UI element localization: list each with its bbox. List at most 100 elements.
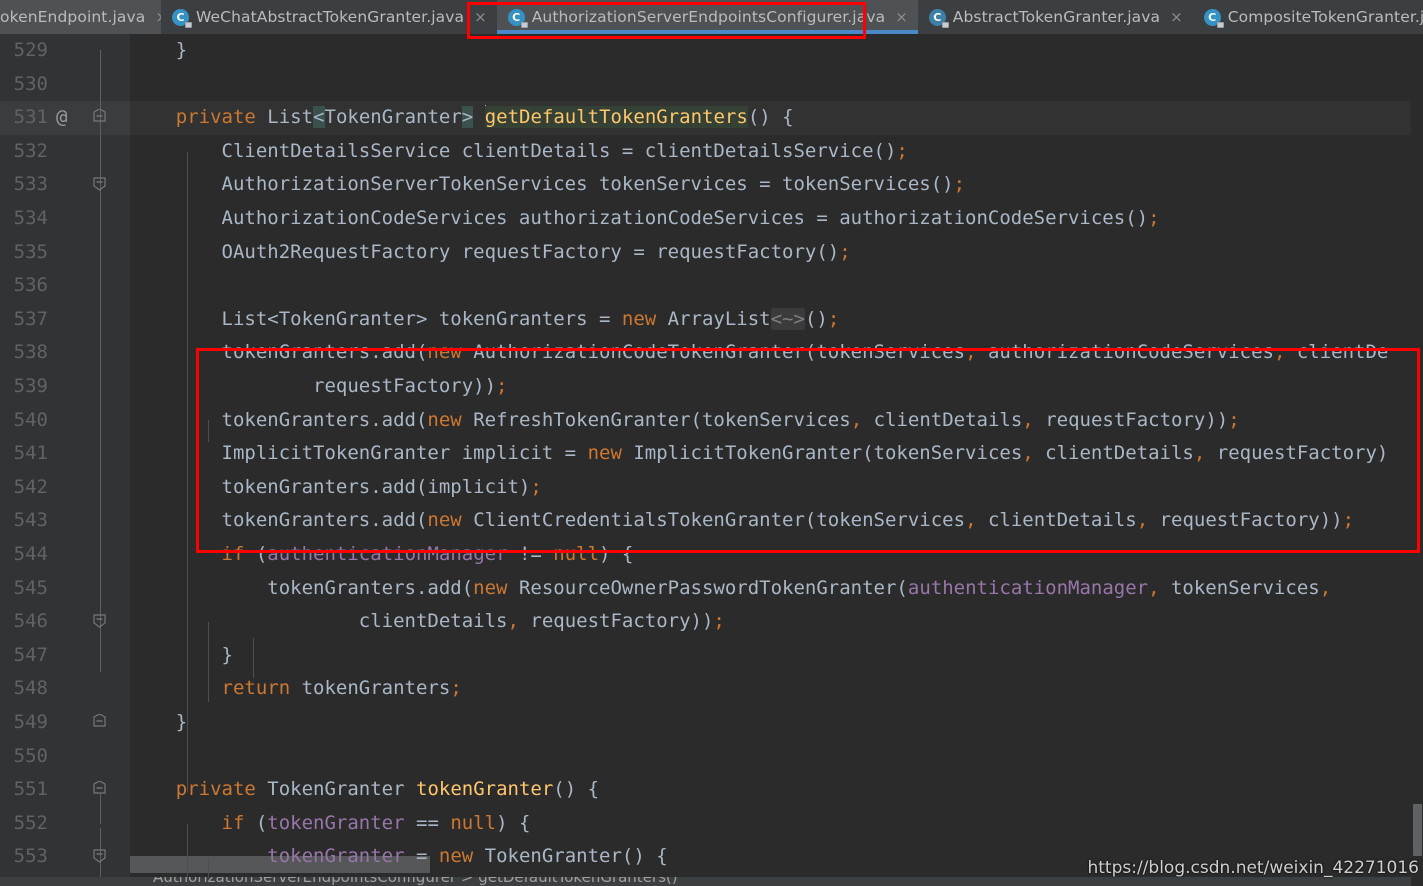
code-text: tokenGranters.add(new RefreshTokenGrante… — [130, 408, 1240, 431]
java-class-icon: C — [172, 8, 192, 28]
editor-tab-authorization-server-endpoints-configurer[interactable]: C AuthorizationServerEndpointsConfigurer… — [496, 0, 918, 34]
line-number: 539 — [13, 375, 48, 397]
code-text: if (authenticationManager != null) { — [221, 543, 634, 565]
code-line[interactable]: 530 — [0, 68, 1423, 102]
code-text: } — [130, 39, 188, 61]
editor-tab-composite-token-granter[interactable]: C CompositeTokenGranter.java — [1192, 0, 1423, 34]
line-number: 553 — [13, 845, 48, 868]
code-line[interactable]: 532 ClientDetailsService clientDetails =… — [0, 135, 1423, 169]
code-line[interactable]: 548 return tokenGranters; — [0, 672, 1423, 706]
annotation-marker[interactable]: @ — [56, 101, 67, 135]
editor-tab-label: CompositeTokenGranter.java — [1227, 8, 1423, 26]
code-text: } — [130, 711, 188, 733]
editor-tab-bar: okenEndpoint.java × C WeChatAbstractToke… — [0, 0, 1423, 34]
code-line[interactable]: 538 tokenGranters.add(new AuthorizationC… — [0, 336, 1423, 370]
code-text: private TokenGranter tokenGranter() { — [175, 778, 600, 801]
code-text: tokenGranter = new TokenGranter() { — [267, 845, 668, 868]
code-line[interactable]: 551 private TokenGranter tokenGranter() … — [0, 773, 1423, 864]
line-number: 540 — [13, 408, 48, 431]
line-number: 534 — [13, 207, 48, 229]
editor-tab-abstract-token-granter[interactable]: C AbstractTokenGranter.java × — [917, 0, 1193, 34]
code-line[interactable]: 545 tokenGranters.add(new ResourceOwnerP… — [0, 572, 1423, 606]
line-number: 551 — [13, 778, 48, 801]
tab-close-icon[interactable]: × — [895, 9, 908, 25]
code-line[interactable]: 539 requestFactory)); — [0, 370, 1423, 404]
line-number: 535 — [13, 240, 48, 263]
tab-close-icon[interactable]: × — [1170, 9, 1183, 25]
code-text: if (tokenGranter == null) { — [221, 811, 531, 834]
line-number: 549 — [13, 711, 48, 733]
code-text: requestFactory)); — [130, 375, 508, 397]
code-text: AuthorizationServerTokenServices tokenSe… — [130, 173, 966, 196]
java-class-icon: C — [507, 8, 528, 28]
line-number: 541 — [13, 442, 48, 465]
line-number: 538 — [13, 341, 48, 364]
code-text: clientDetails, requestFactory)); — [130, 610, 725, 633]
line-number: 543 — [13, 509, 48, 532]
line-number: 544 — [13, 543, 48, 565]
editor-tab-label: AbstractTokenGranter.java — [952, 8, 1161, 26]
java-class-icon: C — [928, 8, 949, 28]
code-text: tokenGranters.add(new AuthorizationCodeT… — [130, 341, 1389, 364]
watermark-url: https://blog.csdn.net/weixin_42271016 — [1087, 858, 1419, 878]
code-line-current[interactable]: 531 @ private List<TokenGranter> getDefa… — [0, 101, 1423, 192]
line-number: 531 — [13, 106, 48, 129]
line-number: 536 — [13, 274, 48, 297]
fold-marker-collapse-icon[interactable] — [92, 714, 109, 794]
java-class-icon: C — [1203, 8, 1224, 28]
code-editor-area[interactable]: 529 } 530 531 @ private List<TokenGrante… — [0, 34, 1423, 886]
code-line[interactable]: 544 if (authenticationManager != null) { — [0, 538, 1423, 628]
code-text: private List<TokenGranter> getDefaultTok… — [175, 105, 794, 129]
code-text: AuthorizationCodeServices authorizationC… — [130, 207, 1160, 229]
fold-marker-collapse-icon[interactable] — [92, 647, 109, 727]
editor-tab-wechat-abstract-token-granter[interactable]: C WeChatAbstractTokenGranter.java × — [161, 0, 497, 34]
code-text: List<TokenGranter> tokenGranters = new A… — [130, 307, 840, 330]
editor-tab-label: AuthorizationServerEndpointsConfigurer.j… — [531, 8, 886, 26]
code-text: OAuth2RequestFactory requestFactory = re… — [130, 240, 851, 263]
code-line[interactable]: 546 clientDetails, requestFactory)); — [0, 605, 1423, 639]
code-text: tokenGranters.add(new ClientCredentialsT… — [130, 509, 1355, 532]
code-line[interactable]: 547 } — [0, 639, 1423, 727]
editor-tab-label: WeChatAbstractTokenGranter.java — [196, 8, 465, 26]
fold-marker-collapse-icon[interactable] — [92, 848, 109, 865]
fold-marker-expand-icon[interactable] — [92, 781, 109, 864]
code-line[interactable]: 529 } — [0, 34, 1423, 122]
fold-marker-expand-icon[interactable] — [92, 815, 109, 886]
code-line[interactable]: 541 ImplicitTokenGranter implicit = new … — [0, 437, 1423, 471]
editor-marker-column[interactable] — [1411, 34, 1423, 886]
code-line[interactable]: 552 if (tokenGranter == null) { — [0, 807, 1423, 886]
fold-marker-expand-icon[interactable] — [92, 109, 109, 192]
code-line[interactable]: 534 AuthorizationCodeServices authorizat… — [0, 202, 1423, 236]
breadcrumb-text: AuthorizationServerEndpointsConfigurer >… — [153, 877, 678, 886]
code-line[interactable]: 542 tokenGranters.add(implicit); — [0, 471, 1423, 505]
code-text: ClientDetailsService clientDetails = cli… — [130, 139, 908, 162]
fold-marker-expand-icon[interactable] — [92, 546, 109, 628]
code-line[interactable]: 540 tokenGranters.add(new RefreshTokenGr… — [0, 404, 1423, 438]
line-number: 533 — [13, 173, 48, 196]
code-line[interactable]: 537 List<TokenGranter> tokenGranters = n… — [0, 303, 1423, 337]
line-number: 547 — [13, 643, 48, 666]
fold-marker-collapse-icon[interactable] — [92, 42, 109, 122]
breadcrumb[interactable]: AuthorizationServerEndpointsConfigurer >… — [0, 877, 1423, 886]
code-text: ImplicitTokenGranter implicit = new Impl… — [130, 442, 1389, 465]
code-line[interactable]: 550 — [0, 740, 1423, 774]
editor-tab-label: okenEndpoint.java — [0, 8, 146, 26]
code-line[interactable]: 536 — [0, 269, 1423, 303]
editor-tab-token-endpoint[interactable]: okenEndpoint.java × — [0, 0, 168, 34]
code-line[interactable]: 535 OAuth2RequestFactory requestFactory … — [0, 236, 1423, 270]
code-text: tokenGranters.add(new ResourceOwnerPassw… — [130, 576, 1332, 599]
line-number: 542 — [13, 475, 48, 498]
line-number: 530 — [13, 72, 48, 95]
code-line[interactable]: 549 } — [0, 706, 1423, 794]
line-number: 537 — [13, 307, 48, 330]
code-line[interactable]: 533 AuthorizationServerTokenServices tok… — [0, 168, 1423, 202]
scrollbar-thumb[interactable] — [1413, 804, 1422, 856]
tab-close-icon[interactable]: × — [474, 9, 487, 25]
code-text: } — [130, 643, 233, 666]
line-number: 529 — [13, 39, 48, 61]
code-text: tokenGranters.add(implicit); — [130, 475, 542, 498]
idea-editor-window: okenEndpoint.java × C WeChatAbstractToke… — [0, 0, 1423, 886]
code-line[interactable]: 543 tokenGranters.add(new ClientCredenti… — [0, 504, 1423, 538]
line-number: 550 — [13, 744, 48, 767]
line-number: 532 — [13, 139, 48, 162]
